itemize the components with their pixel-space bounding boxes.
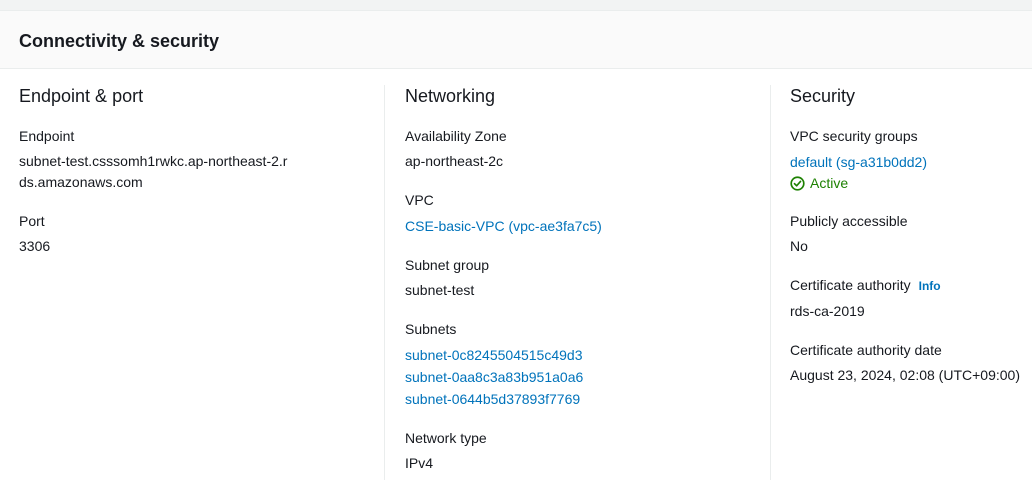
column-divider [384, 85, 385, 480]
status-text: Active [810, 175, 849, 191]
panel-title: Connectivity & security [19, 31, 220, 51]
vpc-field: VPC CSE-basic-VPC (vpc-ae3fa7c5) [405, 190, 745, 237]
subnet-group-label: Subnet group [405, 257, 490, 273]
port-label: Port [19, 213, 45, 229]
endpoint-port-column: Endpoint & port Endpoint subnet-test.css… [19, 85, 359, 480]
panel-columns: Endpoint & port Endpoint subnet-test.css… [0, 70, 1032, 498]
network-type-label: Network type [405, 430, 487, 446]
network-type-value: IPv4 [405, 455, 434, 471]
certificate-authority-label-row: Certificate authority Info [790, 275, 1032, 296]
subnet-link[interactable]: subnet-0644b5d37893f7769 [405, 388, 745, 410]
availability-zone-value: ap-northeast-2c [405, 153, 504, 169]
endpoint-field: Endpoint subnet-test.csssomh1rwkc.ap-nor… [19, 126, 359, 193]
endpoint-port-title: Endpoint & port [19, 86, 144, 106]
certificate-authority-date-label: Certificate authority date [790, 342, 942, 358]
certificate-authority-date-value: August 23, 2024, 02:08 (UTC+09:00) [790, 367, 1020, 383]
vpc-label: VPC [405, 192, 434, 208]
port-value: 3306 [19, 238, 51, 254]
status-positive-icon [790, 175, 805, 191]
subnet-group-field: Subnet group subnet-test [405, 255, 745, 301]
networking-title: Networking [405, 86, 496, 106]
endpoint-label: Endpoint [19, 128, 75, 144]
column-divider [770, 85, 771, 480]
subnet-link[interactable]: subnet-0aa8c3a83b951a0a6 [405, 366, 745, 388]
subnet-link[interactable]: subnet-0c8245504515c49d3 [405, 344, 745, 366]
certificate-authority-value: rds-ca-2019 [790, 303, 865, 319]
port-field: Port 3306 [19, 211, 359, 257]
certificate-authority-label: Certificate authority [790, 277, 911, 293]
panel-header: Connectivity & security [0, 11, 1032, 69]
security-title: Security [790, 86, 856, 106]
availability-zone-label: Availability Zone [405, 128, 507, 144]
security-column: Security VPC security groups default (sg… [790, 85, 1032, 480]
certificate-authority-field: Certificate authority Info rds-ca-2019 [790, 275, 1032, 322]
security-group-link[interactable]: default (sg-a31b0dd2) [790, 151, 1032, 173]
security-group-status: Active [790, 173, 1032, 193]
subnet-group-value: subnet-test [405, 282, 475, 298]
networking-column: Networking Availability Zone ap-northeas… [405, 85, 745, 480]
page-background [0, 0, 1032, 10]
publicly-accessible-field: Publicly accessible No [790, 211, 1032, 257]
info-link[interactable]: Info [919, 279, 941, 293]
availability-zone-field: Availability Zone ap-northeast-2c [405, 126, 745, 172]
publicly-accessible-value: No [790, 238, 808, 254]
vpc-link[interactable]: CSE-basic-VPC (vpc-ae3fa7c5) [405, 215, 745, 237]
connectivity-security-panel: Connectivity & security Endpoint & port … [0, 10, 1032, 498]
publicly-accessible-label: Publicly accessible [790, 213, 908, 229]
network-type-field: Network type IPv4 [405, 428, 745, 474]
vpc-security-groups-field: VPC security groups default (sg-a31b0dd2… [790, 126, 1032, 193]
vpc-security-groups-label: VPC security groups [790, 128, 918, 144]
subnets-label: Subnets [405, 321, 457, 337]
subnets-field: Subnets subnet-0c8245504515c49d3 subnet-… [405, 319, 745, 410]
certificate-authority-date-field: Certificate authority date August 23, 20… [790, 340, 1032, 386]
endpoint-value: subnet-test.csssomh1rwkc.ap-northeast-2.… [19, 153, 288, 190]
